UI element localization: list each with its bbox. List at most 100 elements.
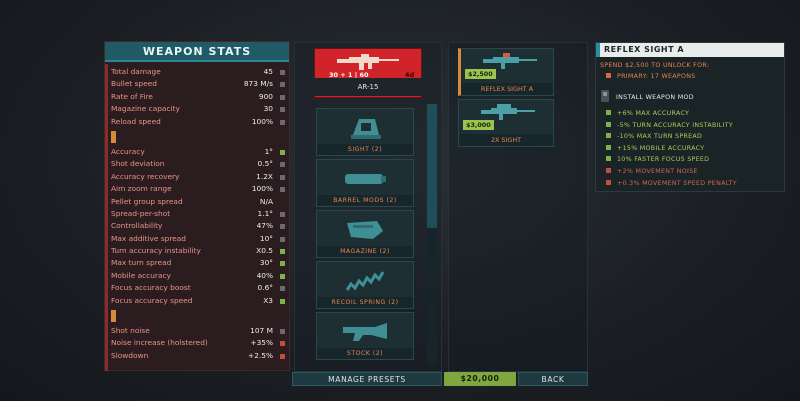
separator-marker <box>111 310 116 323</box>
stock-icon <box>343 323 387 341</box>
stat-row: Focus accuracy speed X3 <box>111 295 287 307</box>
mod-option-label: REFLEX SIGHT A <box>461 83 553 95</box>
stat-row: Max additive spread 10° <box>111 233 287 245</box>
stat-row: Max turn spread 30° <box>111 257 287 269</box>
stat-indicator-icon <box>280 329 285 335</box>
stat-label: Reload speed <box>111 116 161 126</box>
mod-info-title: REFLEX SIGHT A <box>596 43 784 57</box>
stat-indicator-icon <box>280 286 285 292</box>
mod-effect-text: +0.3% MOVEMENT SPEED PENALTY <box>617 179 737 187</box>
stat-label: Shot noise <box>111 326 150 336</box>
mod-effect: +2% MOVEMENT NOISE <box>606 168 698 175</box>
mod-category-label: BARREL MODS (2) <box>317 195 413 206</box>
stat-label: Magazine capacity <box>111 104 180 114</box>
bullet-square-icon <box>606 121 611 127</box>
spring-icon <box>345 271 385 291</box>
mod-effect-text: 10% FASTER FOCUS SPEED <box>617 156 710 164</box>
mod-category-barrel-mods[interactable]: BARREL MODS (2) <box>316 159 414 207</box>
stat-value: 30° <box>259 258 273 268</box>
unlock-item-text: PRIMARY: 17 WEAPONS <box>617 73 696 80</box>
stat-value: X3 <box>263 295 273 305</box>
stat-value: 100% <box>251 116 273 126</box>
mod-effect: -5% TURN ACCURACY INSTABILITY <box>606 121 733 129</box>
stat-label: Controllability <box>111 221 163 231</box>
back-button[interactable]: BACK <box>518 372 588 386</box>
bullet-square-icon <box>606 73 611 78</box>
mod-category-label: SIGHT (2) <box>317 144 413 155</box>
mod-category-stock[interactable]: STOCK (2) <box>316 312 414 360</box>
stat-value: 0.6° <box>257 283 273 293</box>
mod-effect: 10% FASTER FOCUS SPEED <box>606 156 709 163</box>
stat-value: 40% <box>256 270 273 280</box>
manage-presets-button[interactable]: MANAGE PRESETS <box>292 372 442 386</box>
mod-effect: +0.3% MOVEMENT SPEED PENALTY <box>606 179 737 187</box>
stat-value: X0.5 <box>256 246 273 256</box>
bullet-square-icon <box>606 133 611 139</box>
stat-label: Mobile accuracy <box>111 270 171 280</box>
rifle-icon <box>481 104 535 120</box>
stat-value: 1.2X <box>256 171 273 181</box>
bullet-square-icon <box>606 156 611 162</box>
mod-effect: +15% MOBILE ACCURACY <box>606 144 704 152</box>
bullet-square-icon <box>606 144 611 150</box>
weapon-stats-panel: WEAPON STATS Total damage 45 Bullet speed 8… <box>104 41 290 371</box>
mod-category-sight[interactable]: SIGHT (2) <box>316 108 414 156</box>
install-mod-button[interactable]: INSTALL WEAPON MOD <box>600 89 694 103</box>
stat-indicator-icon <box>280 162 285 168</box>
weapon-name: AR-15 <box>314 78 422 96</box>
stat-row: Magazine capacity 30 <box>111 103 287 115</box>
mod-option-reflex-sight-a[interactable]: $2,500 REFLEX SIGHT A <box>458 48 554 96</box>
mod-category-list: SIGHT (2) BARREL MODS (2) MAGAZINE (2) R… <box>310 104 424 366</box>
stat-label: Accuracy <box>111 146 145 156</box>
mod-list-scrollbar[interactable] <box>427 104 437 228</box>
mod-option-label: 2X SIGHT <box>459 134 553 146</box>
unlock-text: SPEND $2,500 TO UNLOCK FOR: <box>600 62 710 69</box>
stat-label: Pellet group spread <box>111 196 183 206</box>
stat-row: Bullet speed 873 M/s <box>111 78 287 90</box>
stat-indicator-icon <box>280 119 285 125</box>
stat-indicator-icon <box>280 94 285 100</box>
stat-label: Noise increase (holstered) <box>111 338 208 348</box>
price-badge: $2,500 <box>465 69 496 79</box>
stat-value: 10° <box>259 233 273 243</box>
stat-row: Reload speed 100% <box>111 116 287 128</box>
stats-accent-bar <box>105 64 108 371</box>
rifle-icon <box>483 53 537 69</box>
rifle-icon <box>337 54 399 70</box>
stat-indicator-icon <box>280 107 285 113</box>
stat-row: Rate of Fire 900 <box>111 91 287 103</box>
bullet-square-icon <box>606 179 611 185</box>
price-badge: $3,000 <box>463 120 494 130</box>
stat-label: Spread-per-shot <box>111 208 171 218</box>
stat-label: Accuracy recovery <box>111 171 180 181</box>
mod-category-magazine[interactable]: MAGAZINE (2) <box>316 210 414 258</box>
stat-indicator-icon <box>280 149 285 155</box>
stat-value: 0.5° <box>257 159 273 169</box>
stat-row: Shot noise 107 M <box>111 325 287 337</box>
stat-row: Mobile accuracy 40% <box>111 270 287 282</box>
stat-indicator-icon <box>280 174 285 180</box>
mod-effect-text: +2% MOVEMENT NOISE <box>617 168 698 175</box>
install-key-icon <box>601 90 609 102</box>
stat-label: Aim zoom range <box>111 184 172 194</box>
stat-indicator-icon <box>280 273 285 279</box>
bullet-square-icon <box>606 110 611 115</box>
mod-effect: +6% MAX ACCURACY <box>606 110 689 117</box>
stat-value: 30 <box>263 104 273 114</box>
stat-indicator-icon <box>280 224 285 230</box>
magazine-icon <box>347 221 383 239</box>
stat-indicator-icon <box>280 249 285 255</box>
stat-row: Turn accuracy instability X0.5 <box>111 245 287 257</box>
mod-category-recoil-spring[interactable]: RECOIL SPRING (2) <box>316 261 414 309</box>
unlock-item: PRIMARY: 17 WEAPONS <box>606 73 696 80</box>
stat-indicator-icon <box>280 261 285 267</box>
stat-row: Focus accuracy boost 0.6° <box>111 282 287 294</box>
stat-value: 900 <box>258 91 273 101</box>
weapon-stats-title: WEAPON STATS <box>105 42 289 62</box>
mod-category-label: MAGAZINE (2) <box>317 246 413 257</box>
stat-row: Slowdown +2.5% <box>111 350 287 362</box>
mod-option-2x-sight[interactable]: $3,000 2X SIGHT <box>458 99 554 147</box>
stat-value: 47% <box>256 221 273 231</box>
stat-label: Max turn spread <box>111 258 172 268</box>
stat-indicator-icon <box>280 70 285 75</box>
